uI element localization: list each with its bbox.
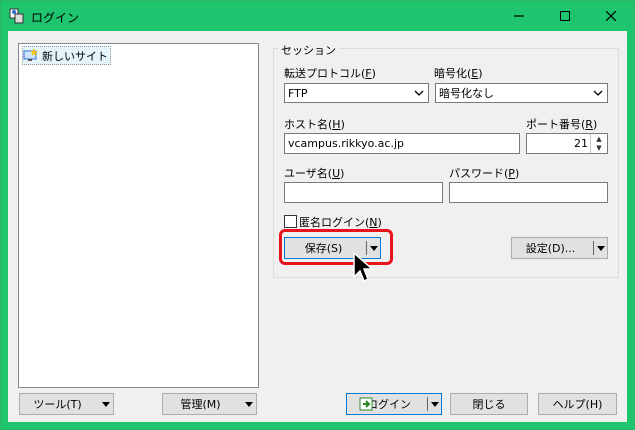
tools-button[interactable]: ツール(T) (19, 393, 114, 415)
spin-down-icon[interactable]: ▼ (591, 143, 607, 152)
split-separator (427, 397, 428, 411)
minimize-button[interactable] (496, 1, 542, 31)
login-icon (359, 397, 373, 411)
help-button[interactable]: ヘルプ(H) (538, 393, 617, 415)
user-input[interactable] (284, 182, 443, 203)
protocol-label: 転送プロトコル(F) (284, 67, 376, 80)
close-icon (606, 11, 616, 21)
dialog-client-area: 新しいサイト セッション 転送プロトコル(F) FTP 暗号化(E) 暗号化なし… (8, 31, 627, 422)
session-group-label: セッション (278, 42, 339, 58)
help-button-label: ヘルプ(H) (552, 398, 603, 411)
user-label: ユーザ名(U) (284, 167, 345, 180)
settings-button[interactable]: 設定(D)... (511, 237, 608, 259)
login-button-label: ログイン (367, 398, 411, 411)
close-window-button[interactable] (588, 1, 634, 31)
encryption-select[interactable]: 暗号化なし (435, 83, 608, 103)
minimize-icon (514, 15, 524, 17)
login-button[interactable]: ログイン (346, 393, 442, 415)
port-value: 21 (574, 137, 588, 150)
encryption-value: 暗号化なし (439, 87, 494, 100)
host-input[interactable]: vcampus.rikkyo.ac.jp (284, 133, 520, 154)
site-tree[interactable]: 新しいサイト (18, 43, 259, 388)
tree-item-label: 新しいサイト (42, 49, 108, 63)
port-label: ポート番号(R) (526, 118, 598, 131)
chevron-down-icon (102, 402, 110, 407)
port-spinner[interactable]: 21 ▲ ▼ (526, 133, 608, 154)
maximize-icon (560, 11, 570, 21)
spin-up-icon[interactable]: ▲ (591, 134, 607, 143)
chevron-down-icon (593, 90, 603, 96)
encryption-label: 暗号化(E) (434, 67, 483, 80)
manage-button[interactable]: 管理(M) (162, 393, 257, 415)
login-window: ログイン 新しいサイト セッション 転送プロトコル(F) FTP 暗号化(E) … (0, 0, 635, 430)
close-button[interactable]: 閉じる (450, 393, 528, 415)
chevron-down-icon (414, 90, 424, 96)
split-separator (593, 241, 594, 255)
split-dropdown-icon[interactable] (431, 402, 439, 407)
password-label: パスワード(P) (449, 167, 520, 180)
tools-button-label: ツール(T) (33, 398, 82, 411)
close-button-label: 閉じる (472, 398, 506, 411)
winscp-app-icon (9, 8, 24, 24)
chevron-down-icon (245, 402, 253, 407)
anonymous-label[interactable]: 匿名ログイン(N) (299, 214, 382, 230)
protocol-value: FTP (288, 86, 308, 100)
host-label: ホスト名(H) (284, 118, 345, 131)
mouse-cursor-icon (353, 251, 374, 283)
manage-button-label: 管理(M) (180, 398, 221, 411)
port-spin-buttons[interactable]: ▲ ▼ (590, 134, 607, 153)
password-input[interactable] (449, 182, 608, 203)
split-dropdown-icon[interactable] (597, 246, 605, 251)
host-value: vcampus.rikkyo.ac.jp (288, 137, 404, 150)
protocol-select[interactable]: FTP (284, 83, 429, 103)
maximize-button[interactable] (542, 1, 588, 31)
title-bar: ログイン (1, 1, 634, 31)
tree-item-new-site[interactable]: 新しいサイト (22, 46, 111, 65)
anonymous-checkbox[interactable] (284, 215, 297, 228)
new-site-icon (23, 48, 38, 61)
window-title: ログイン (31, 11, 80, 25)
settings-button-label: 設定(D)... (525, 242, 576, 255)
